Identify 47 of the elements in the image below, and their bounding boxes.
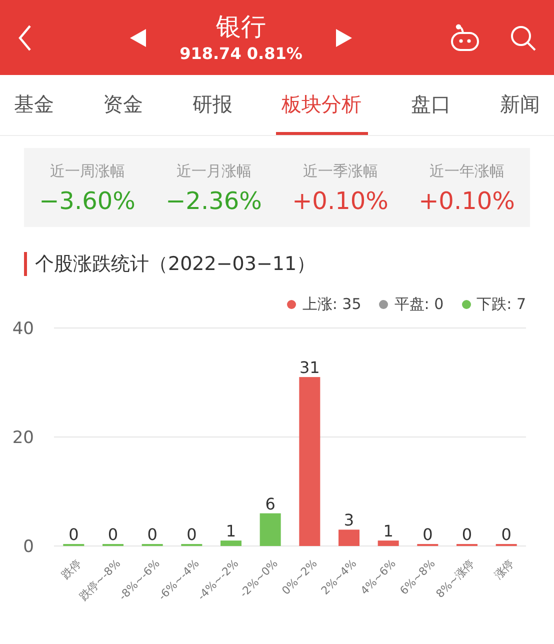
data-label: 0 xyxy=(501,525,512,544)
stat-value: +0.10% xyxy=(418,187,515,215)
stat-value: −3.60% xyxy=(39,187,136,215)
tab[interactable]: 资金 xyxy=(97,75,150,135)
bar xyxy=(378,540,399,546)
bar xyxy=(260,513,281,546)
robot-icon[interactable] xyxy=(450,24,480,52)
search-icon[interactable] xyxy=(510,24,536,50)
section-title: 个股涨跌统计（2022−03−11） xyxy=(35,252,316,277)
bar xyxy=(338,530,360,546)
legend-label: 下跌: 7 xyxy=(476,295,526,314)
tab[interactable]: 研报 xyxy=(186,75,238,135)
next-icon[interactable] xyxy=(336,28,352,46)
data-label: 0 xyxy=(186,525,197,544)
bar xyxy=(220,540,242,546)
data-label: 0 xyxy=(147,525,158,544)
tab[interactable]: 板块分析 xyxy=(276,75,368,135)
axis-tick-label: 20 xyxy=(12,428,34,448)
stat-label: 近一月涨幅 xyxy=(176,162,252,181)
data-label: 0 xyxy=(462,525,472,544)
axis-tick-label: 0 xyxy=(23,537,34,557)
data-label: 0 xyxy=(108,525,118,544)
legend-label: 平盘: 0 xyxy=(394,295,444,314)
category-label: 跌停 xyxy=(59,556,84,582)
legend-label: 上涨: 35 xyxy=(302,295,362,314)
back-icon[interactable] xyxy=(18,24,32,50)
stat-label: 近一季涨幅 xyxy=(302,162,378,181)
data-label: 6 xyxy=(265,494,276,514)
data-label: 31 xyxy=(299,358,320,378)
section-marker xyxy=(24,252,27,276)
stat-label: 近一周涨幅 xyxy=(50,162,125,181)
tab[interactable]: 新闻 xyxy=(494,75,546,135)
tab[interactable]: 基金 xyxy=(8,75,60,135)
tab[interactable]: 盘口 xyxy=(404,75,457,135)
previous-icon[interactable] xyxy=(130,28,146,46)
stat-label: 近一年涨幅 xyxy=(429,162,504,181)
axis-tick-label: 40 xyxy=(12,319,34,339)
data-label: 0 xyxy=(68,525,79,544)
data-label: 0 xyxy=(422,525,433,544)
page-title: 银行 xyxy=(216,10,266,42)
stat-value: +0.10% xyxy=(292,187,388,215)
category-label: 涨停 xyxy=(492,556,516,582)
data-label: 3 xyxy=(344,510,354,530)
data-label: 1 xyxy=(383,522,394,541)
index-quote: 918.74 0.81% xyxy=(180,42,302,64)
stat-value: −2.36% xyxy=(166,187,262,215)
data-label: 1 xyxy=(226,522,236,541)
